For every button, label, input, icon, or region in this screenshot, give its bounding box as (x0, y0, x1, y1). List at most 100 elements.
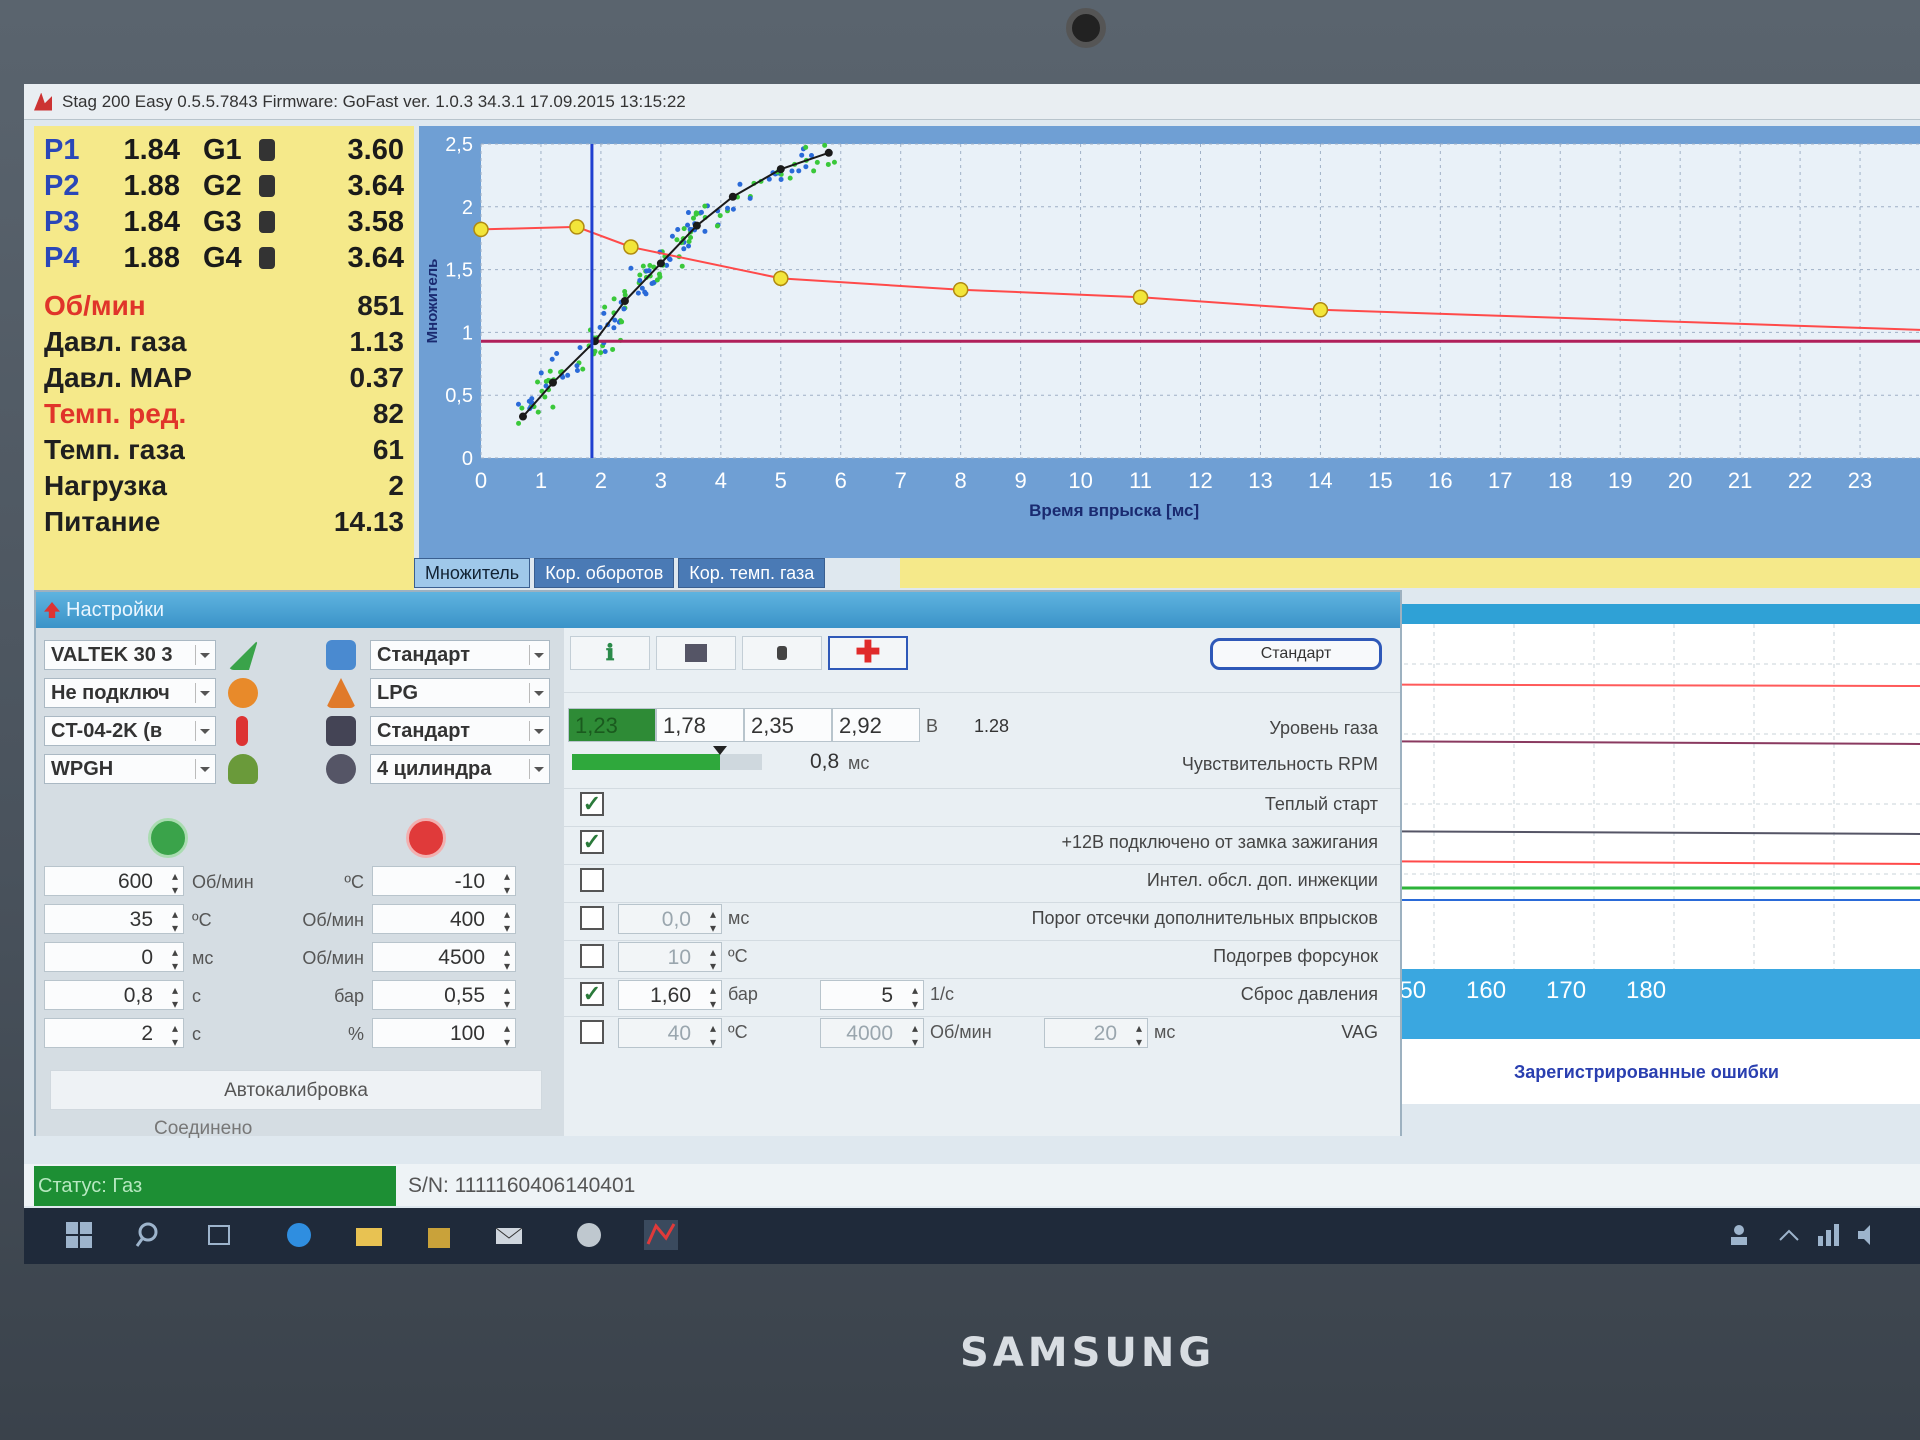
option-checkbox[interactable] (580, 868, 604, 892)
curve-point (776, 165, 785, 174)
x-tick-label: 3 (655, 468, 667, 493)
cylinder-delay-unit: с (192, 1024, 201, 1044)
option-stepper[interactable]: 0,0 (618, 904, 722, 935)
gas-level-unit: В (926, 716, 939, 736)
separator (564, 788, 1400, 789)
tabs-strip (900, 558, 1920, 588)
x-tick-label: 8 (955, 468, 967, 493)
scatter-point (574, 363, 580, 369)
people-icon[interactable] (1724, 1220, 1758, 1250)
tab-multiplier[interactable]: Множитель (414, 558, 531, 588)
switch-time-stepper[interactable]: 0,8 (44, 980, 184, 1011)
scatter-point (619, 319, 625, 325)
gas-injector-icon (258, 247, 275, 269)
x-tick-label: 17 (1488, 468, 1512, 493)
option-checkbox[interactable] (580, 1020, 604, 1044)
option-unit: мс (1154, 1022, 1176, 1042)
multiplier-chart[interactable]: 0 1 2 3 4 5 6 7 8 9 10 11 12 13 14 15 16 17 18 19 20 21 22 23 0 0… (419, 126, 1920, 558)
tab-rpm-correction[interactable]: Кор. оборотов (534, 558, 675, 588)
param-label: Об/мин (44, 290, 146, 321)
curve-point (824, 148, 833, 157)
gas-level-3[interactable]: 2,35 (744, 708, 832, 742)
scatter-point (580, 366, 586, 372)
option-unit: бар (728, 984, 758, 1004)
petrol-temp-stepper[interactable]: -10 (372, 866, 516, 897)
rpm-sensitivity-slider[interactable] (572, 746, 762, 770)
switch-rpm-stepper[interactable]: 600 (44, 866, 184, 897)
switch-temp-stepper[interactable]: 35 (44, 904, 184, 935)
cylinder-delay-stepper[interactable]: 2 (44, 1018, 184, 1049)
param-label: Давл. MAP (44, 362, 192, 393)
tray-chevron-up-icon[interactable] (1774, 1220, 1808, 1250)
gas-level-1[interactable]: 1,23 (568, 708, 656, 742)
settings-title: Настройки (66, 598, 165, 621)
add-button[interactable]: ✚ (828, 636, 908, 670)
option-stepper[interactable]: 20 (1044, 1018, 1148, 1049)
autocalibration-button[interactable]: Автокалибровка (50, 1070, 542, 1110)
controller-select[interactable]: VALTEK 30 3 (44, 640, 216, 670)
settings-title-bar[interactable]: Настройки (36, 592, 1400, 628)
display-icon (685, 644, 707, 662)
min-rpm-stepper[interactable]: 400 (372, 904, 516, 935)
param-label: Питание (44, 506, 161, 537)
stag-app-icon[interactable] (644, 1220, 678, 1250)
file-explorer-icon[interactable] (354, 1220, 388, 1250)
option-stepper[interactable]: 40 (618, 1018, 722, 1049)
cylinders-select[interactable]: 4 цилиндра (370, 754, 550, 784)
edge-browser-icon[interactable] (284, 1220, 318, 1250)
injection-mode-value: Стандарт (377, 644, 471, 666)
param-value: 0.37 (349, 362, 405, 393)
option-checkbox[interactable]: ✓ (580, 830, 604, 854)
media-player-icon[interactable] (574, 1220, 608, 1250)
multiplier-node (623, 239, 639, 255)
task-view-icon[interactable] (204, 1220, 238, 1250)
fuel-type-select[interactable]: LPG (370, 678, 550, 708)
option-stepper[interactable]: 1,60 (618, 980, 722, 1011)
volume-icon[interactable] (1854, 1220, 1888, 1250)
option-checkbox[interactable] (580, 906, 604, 930)
injection-type-select[interactable]: Стандарт (370, 716, 550, 746)
tab-gas-temp-correction[interactable]: Кор. темп. газа (678, 558, 826, 588)
min-pressure-stepper[interactable]: 0,55 (372, 980, 516, 1011)
scatter-point (543, 378, 549, 384)
switch-delay-stepper[interactable]: 0 (44, 942, 184, 973)
petrol-injector-label: P4 (44, 241, 80, 274)
slider-thumb[interactable] (713, 746, 728, 755)
scatter-point (747, 195, 753, 201)
webcam (1066, 8, 1106, 48)
max-rpm-stepper[interactable]: 4500 (372, 942, 516, 973)
status-text: Статус: Газ (34, 1166, 396, 1206)
option-checkbox[interactable]: ✓ (580, 792, 604, 816)
x-tick-label: 2 (595, 468, 607, 493)
gas-level-2[interactable]: 1,78 (656, 708, 744, 742)
x-tick-label: 14 (1308, 468, 1332, 493)
option-checkbox[interactable]: ✓ (580, 982, 604, 1006)
injection-mode-select[interactable]: Стандарт (370, 640, 550, 670)
percent-stepper[interactable]: 100 (372, 1018, 516, 1049)
switch-to-petrol-icon[interactable] (406, 818, 446, 858)
injector-button[interactable] (742, 636, 822, 670)
standard-button[interactable]: Стандарт (1210, 638, 1382, 670)
network-icon[interactable] (1814, 1220, 1848, 1250)
option-checkbox[interactable] (580, 944, 604, 968)
search-icon[interactable] (134, 1220, 168, 1250)
option-stepper[interactable]: 10 (618, 942, 722, 973)
temp-sensor-select[interactable]: CT-04-2K (в (44, 716, 216, 746)
switch-to-gas-icon[interactable] (148, 818, 188, 858)
option-stepper[interactable]: 5 (820, 980, 924, 1011)
windows-start-icon[interactable] (64, 1220, 98, 1250)
scatter-point (535, 409, 541, 415)
chevron-down-icon (529, 721, 547, 741)
x-axis-title: Время впрыска [мс] (1029, 501, 1199, 520)
scatter-point (639, 285, 645, 291)
gas-level-4[interactable]: 2,92 (832, 708, 920, 742)
info-button[interactable]: ℹ (570, 636, 650, 670)
store-icon[interactable] (424, 1220, 458, 1250)
display-button[interactable] (656, 636, 736, 670)
gas-injection-time: 3.58 (347, 205, 404, 238)
mail-icon[interactable] (494, 1220, 528, 1250)
scatter-point (778, 176, 784, 182)
lambda-select[interactable]: Не подключ (44, 678, 216, 708)
sensor-type-select[interactable]: WPGH (44, 754, 216, 784)
option-stepper[interactable]: 4000 (820, 1018, 924, 1049)
